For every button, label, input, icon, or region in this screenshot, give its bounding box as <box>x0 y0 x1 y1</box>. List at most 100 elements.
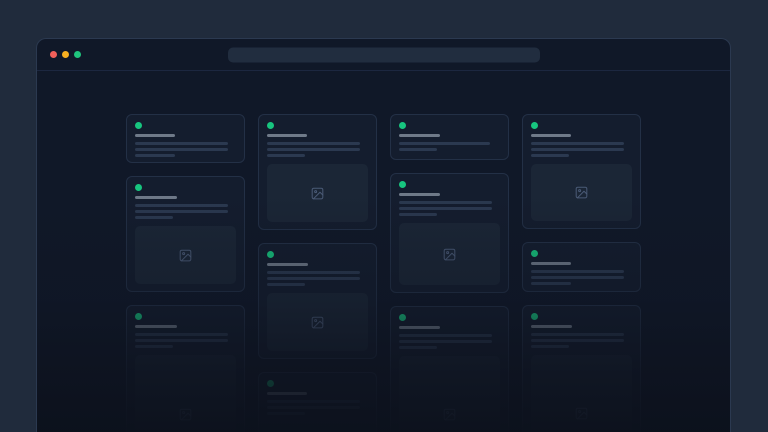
card[interactable] <box>390 114 509 160</box>
skeleton-line <box>531 333 624 336</box>
browser-window <box>36 38 731 432</box>
image-icon <box>442 407 457 422</box>
skeleton-title <box>531 325 572 328</box>
skeleton-title <box>531 262 571 265</box>
status-dot-icon <box>267 380 274 387</box>
image-placeholder <box>531 164 632 221</box>
image-icon <box>574 406 589 421</box>
card[interactable] <box>390 306 509 432</box>
skeleton-line <box>531 345 569 348</box>
skeleton-line <box>399 346 437 349</box>
card-grid <box>126 114 641 432</box>
minimize-button[interactable] <box>62 51 69 58</box>
skeleton-title <box>267 263 308 266</box>
skeleton-line <box>267 283 305 286</box>
window-topbar <box>37 39 730 71</box>
skeleton-line <box>531 276 624 279</box>
card[interactable] <box>258 114 377 230</box>
window-controls <box>50 51 81 58</box>
status-dot-icon <box>531 250 538 257</box>
skeleton-line <box>135 142 228 145</box>
skeleton-title <box>399 134 440 137</box>
skeleton-line <box>267 277 360 280</box>
skeleton-line <box>399 142 490 145</box>
skeleton-line <box>135 339 228 342</box>
masonry-column <box>126 114 245 432</box>
image-icon <box>178 248 193 263</box>
close-button[interactable] <box>50 51 57 58</box>
skeleton-line <box>267 406 360 409</box>
skeleton-line <box>399 340 492 343</box>
masonry-column <box>522 114 641 432</box>
skeleton-line <box>531 142 624 145</box>
card[interactable] <box>126 114 245 163</box>
skeleton-line <box>531 154 569 157</box>
skeleton-line <box>267 154 305 157</box>
skeleton-line <box>135 210 228 213</box>
skeleton-title <box>399 326 440 329</box>
image-placeholder <box>399 356 500 432</box>
image-placeholder <box>135 226 236 284</box>
card[interactable] <box>390 173 509 293</box>
image-placeholder <box>267 164 368 222</box>
skeleton-line <box>135 345 173 348</box>
skeleton-line <box>135 154 175 157</box>
skeleton-line <box>531 148 624 151</box>
content-area <box>37 71 730 432</box>
skeleton-title <box>135 325 177 328</box>
image-icon <box>310 186 325 201</box>
skeleton-line <box>399 201 492 204</box>
card[interactable] <box>522 305 641 432</box>
image-placeholder <box>399 223 500 285</box>
skeleton-line <box>399 207 492 210</box>
status-dot-icon <box>135 313 142 320</box>
status-dot-icon <box>399 181 406 188</box>
image-icon <box>178 407 193 422</box>
masonry-column <box>258 114 377 432</box>
status-dot-icon <box>399 314 406 321</box>
status-dot-icon <box>267 122 274 129</box>
status-dot-icon <box>267 251 274 258</box>
skeleton-line <box>399 213 437 216</box>
status-dot-icon <box>399 122 406 129</box>
skeleton-title <box>531 134 571 137</box>
image-icon <box>574 185 589 200</box>
card[interactable] <box>522 242 641 292</box>
url-bar[interactable] <box>228 47 540 62</box>
skeleton-line <box>267 271 360 274</box>
status-dot-icon <box>531 122 538 129</box>
skeleton-line <box>531 339 624 342</box>
skeleton-title <box>399 193 440 196</box>
card[interactable] <box>126 176 245 292</box>
skeleton-line <box>267 400 360 403</box>
card[interactable] <box>126 305 245 432</box>
skeleton-line <box>135 333 228 336</box>
image-placeholder <box>267 293 368 351</box>
status-dot-icon <box>135 122 142 129</box>
skeleton-line <box>135 216 173 219</box>
page-background: { "window": { "controls": [ {"name": "cl… <box>0 0 768 432</box>
status-dot-icon <box>531 313 538 320</box>
skeleton-title <box>135 134 175 137</box>
skeleton-title <box>267 392 307 395</box>
status-dot-icon <box>135 184 142 191</box>
skeleton-title <box>135 196 177 199</box>
skeleton-line <box>267 412 305 415</box>
skeleton-line <box>135 204 228 207</box>
card[interactable] <box>258 243 377 359</box>
skeleton-line <box>267 148 360 151</box>
image-icon <box>442 247 457 262</box>
skeleton-line <box>399 334 492 337</box>
skeleton-title <box>267 134 307 137</box>
skeleton-line <box>531 270 624 273</box>
image-placeholder <box>531 355 632 432</box>
card[interactable] <box>522 114 641 229</box>
maximize-button[interactable] <box>74 51 81 58</box>
skeleton-line <box>531 282 571 285</box>
skeleton-line <box>399 148 437 151</box>
skeleton-line <box>135 148 228 151</box>
card[interactable] <box>258 372 377 432</box>
image-placeholder <box>135 355 236 432</box>
skeleton-line <box>267 142 360 145</box>
image-icon <box>310 315 325 330</box>
